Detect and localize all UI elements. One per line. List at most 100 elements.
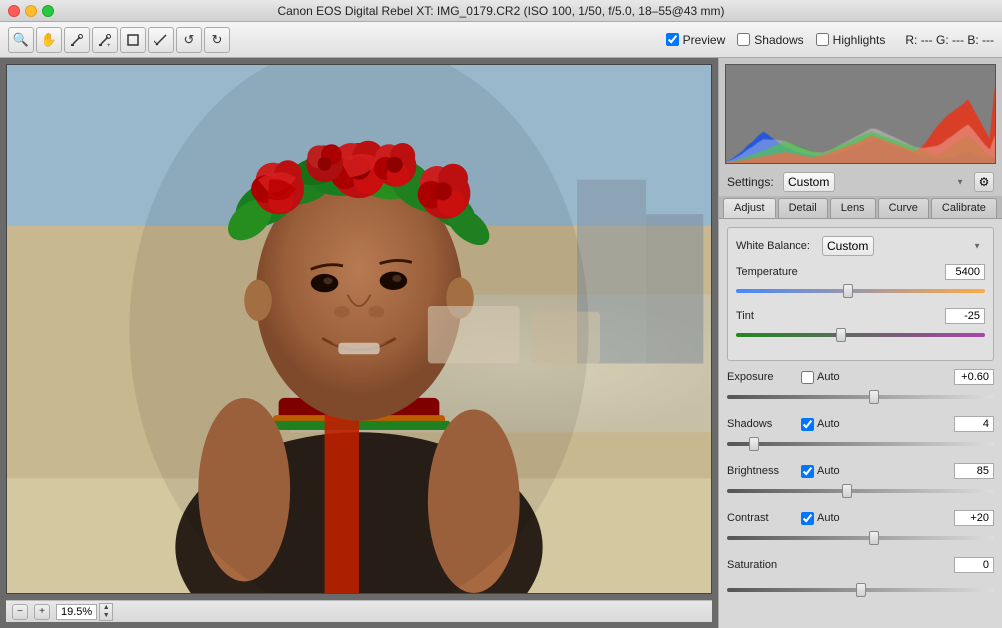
- brightness-auto-check: Auto: [801, 465, 840, 478]
- minimize-button[interactable]: [25, 5, 37, 17]
- tabs: Adjust Detail Lens Curve Calibrate: [719, 196, 1002, 219]
- contrast-thumb[interactable]: [869, 531, 879, 545]
- close-button[interactable]: [8, 5, 20, 17]
- highlights-checkbox[interactable]: [816, 33, 829, 46]
- wb-row: White Balance: Custom: [736, 236, 985, 256]
- tint-label-row: Tint -25: [736, 308, 985, 324]
- zoom-stepper[interactable]: ▲ ▼: [99, 603, 113, 621]
- shadows-auto-label: Auto: [817, 418, 840, 430]
- temperature-label: Temperature: [736, 266, 798, 278]
- settings-gear-button[interactable]: ⚙: [974, 172, 994, 192]
- tint-slider-container: [736, 328, 985, 342]
- temperature-label-row: Temperature 5400: [736, 264, 985, 280]
- tab-adjust[interactable]: Adjust: [723, 198, 776, 218]
- saturation-slider-container: [727, 583, 994, 597]
- zoom-value[interactable]: 19.5%: [56, 604, 97, 620]
- adjust-panel: White Balance: Custom Temperature 5400: [719, 219, 1002, 628]
- histogram-canvas: [726, 65, 995, 163]
- shadows-checkbox[interactable]: [737, 33, 750, 46]
- shadows-auto-checkbox[interactable]: [801, 418, 814, 431]
- tab-lens[interactable]: Lens: [830, 198, 876, 218]
- tool-group: 🔍 ✋ + ↺ ↻: [8, 27, 230, 53]
- settings-select[interactable]: Custom: [783, 172, 835, 192]
- exposure-auto-checkbox[interactable]: [801, 371, 814, 384]
- hand-tool[interactable]: ✋: [36, 27, 62, 53]
- svg-text:+: +: [107, 43, 111, 47]
- traffic-lights: [8, 5, 54, 17]
- main: − + 19.5% ▲ ▼ Settings: Custom: [0, 58, 1002, 628]
- temperature-value[interactable]: 5400: [945, 264, 985, 280]
- settings-row: Settings: Custom ⚙: [719, 168, 1002, 196]
- exposure-thumb[interactable]: [869, 390, 879, 404]
- exposure-label: Exposure: [727, 371, 797, 383]
- brightness-thumb[interactable]: [842, 484, 852, 498]
- exposure-header: Exposure Auto +0.60: [727, 369, 994, 385]
- tint-thumb[interactable]: [836, 328, 846, 342]
- eyedropper-plus-tool[interactable]: +: [92, 27, 118, 53]
- contrast-auto-label: Auto: [817, 512, 840, 524]
- brightness-auto-checkbox[interactable]: [801, 465, 814, 478]
- tint-label: Tint: [736, 310, 754, 322]
- crop-tool[interactable]: [120, 27, 146, 53]
- zoom-display: 19.5% ▲ ▼: [56, 603, 113, 621]
- contrast-track: [727, 536, 994, 540]
- rotate-ccw-tool[interactable]: ↺: [176, 27, 202, 53]
- zoom-in-button[interactable]: +: [34, 604, 50, 620]
- status-bar: − + 19.5% ▲ ▼: [6, 600, 712, 622]
- shadows-label: Shadows: [754, 33, 803, 47]
- saturation-thumb[interactable]: [856, 583, 866, 597]
- brightness-header: Brightness Auto 85: [727, 463, 994, 479]
- contrast-auto-checkbox[interactable]: [801, 512, 814, 525]
- exposure-row: Exposure Auto +0.60: [727, 369, 994, 406]
- settings-select-wrapper: Custom: [783, 172, 968, 192]
- saturation-row: Saturation 0: [727, 557, 994, 573]
- preview-check[interactable]: Preview: [666, 33, 726, 47]
- saturation-label: Saturation: [727, 559, 797, 571]
- wb-label: White Balance:: [736, 240, 816, 252]
- eyedropper-tool[interactable]: [64, 27, 90, 53]
- wb-select-wrapper: Custom: [822, 236, 985, 256]
- contrast-value[interactable]: +20: [954, 510, 994, 526]
- shadows-slider-container: [727, 437, 994, 451]
- preview-label: Preview: [683, 33, 726, 47]
- tab-detail[interactable]: Detail: [778, 198, 828, 218]
- preview-checkbox[interactable]: [666, 33, 679, 46]
- contrast-slider-container: [727, 531, 994, 545]
- contrast-label: Contrast: [727, 512, 797, 524]
- brightness-auto-label: Auto: [817, 465, 840, 477]
- rotate-cw-tool[interactable]: ↻: [204, 27, 230, 53]
- zoom-out-button[interactable]: −: [12, 604, 28, 620]
- maximize-button[interactable]: [42, 5, 54, 17]
- saturation-value[interactable]: 0: [954, 557, 994, 573]
- right-panel: Settings: Custom ⚙ Adjust Detail Lens C: [718, 58, 1002, 628]
- tab-curve[interactable]: Curve: [878, 198, 929, 218]
- shadows-value[interactable]: 4: [954, 416, 994, 432]
- temperature-row: Temperature 5400: [736, 264, 985, 300]
- brightness-value[interactable]: 85: [954, 463, 994, 479]
- zoom-tool[interactable]: 🔍: [8, 27, 34, 53]
- tab-calibrate[interactable]: Calibrate: [931, 198, 997, 218]
- shadows-thumb[interactable]: [749, 437, 759, 451]
- shadows-header: Shadows Auto 4: [727, 416, 994, 432]
- temperature-slider-container: [736, 284, 985, 298]
- wb-select[interactable]: Custom: [822, 236, 874, 256]
- left-panel: − + 19.5% ▲ ▼: [0, 58, 718, 628]
- temperature-track: [736, 289, 985, 293]
- rgb-display: R: --- G: --- B: ---: [905, 33, 994, 47]
- exposure-track: [727, 395, 994, 399]
- exposure-slider-container: [727, 390, 994, 404]
- toolbar-checks: Preview Shadows Highlights: [666, 33, 886, 47]
- highlights-check[interactable]: Highlights: [816, 33, 886, 47]
- photo: [7, 65, 711, 593]
- brightness-track: [727, 489, 994, 493]
- shadows-check[interactable]: Shadows: [737, 33, 803, 47]
- title-bar: Canon EOS Digital Rebel XT: IMG_0179.CR2…: [0, 0, 1002, 22]
- straighten-tool[interactable]: [148, 27, 174, 53]
- window-title: Canon EOS Digital Rebel XT: IMG_0179.CR2…: [277, 4, 724, 18]
- histogram: [725, 64, 996, 164]
- tint-value[interactable]: -25: [945, 308, 985, 324]
- settings-label: Settings:: [727, 175, 777, 189]
- shadows-adj-label: Shadows: [727, 418, 797, 430]
- temperature-thumb[interactable]: [843, 284, 853, 298]
- exposure-value[interactable]: +0.60: [954, 369, 994, 385]
